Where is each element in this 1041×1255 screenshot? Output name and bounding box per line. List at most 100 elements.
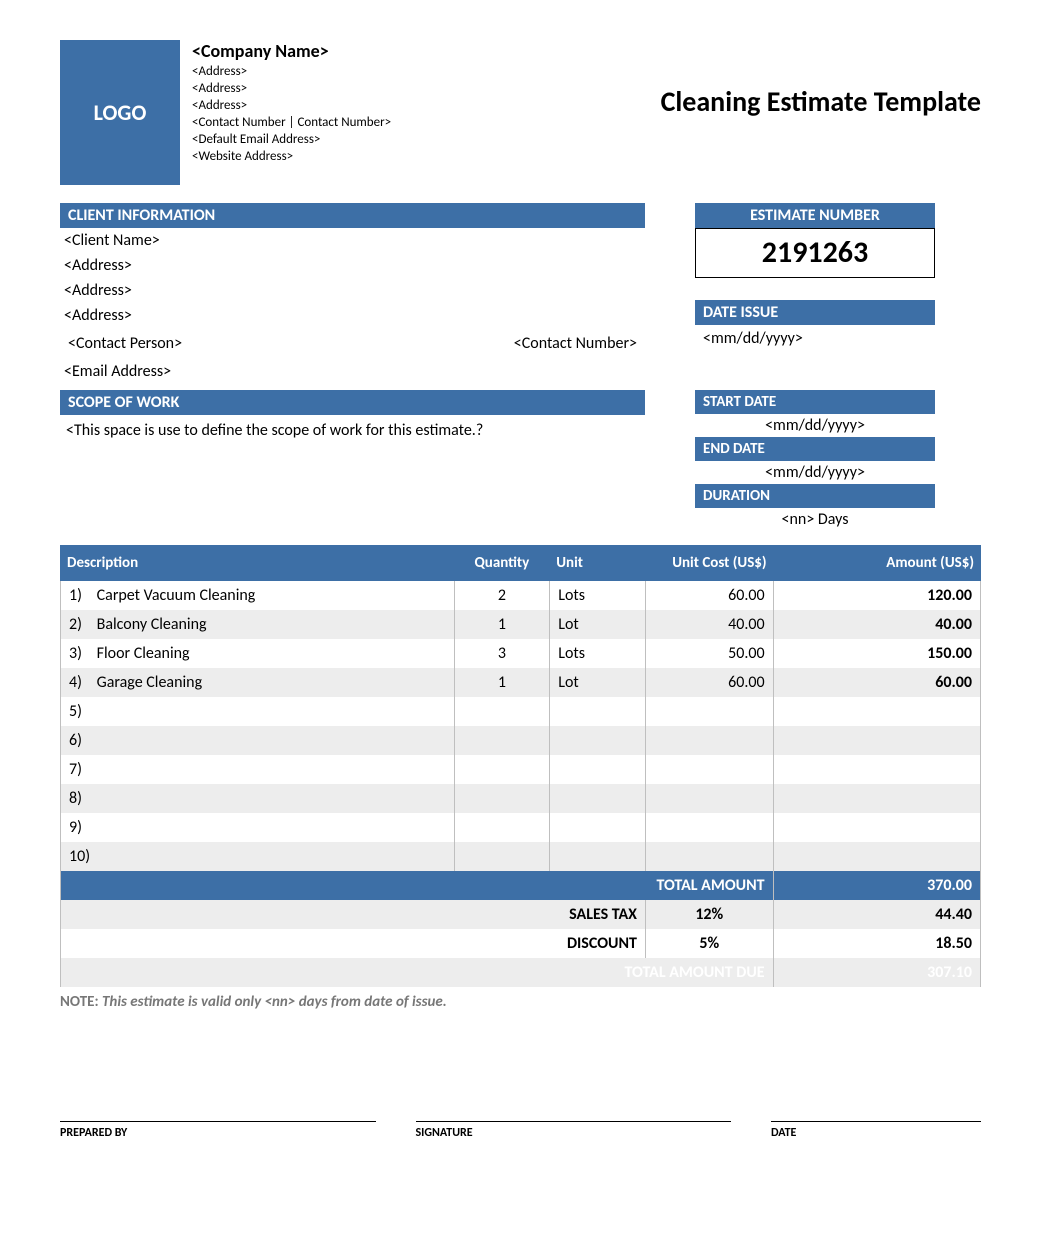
- company-line: <Address>: [192, 64, 391, 79]
- company-line: <Address>: [192, 98, 391, 113]
- note-text: This estimate is valid only <nn> days fr…: [102, 993, 447, 1011]
- total-due-label: TOTAL AMOUNT DUE: [61, 958, 774, 987]
- table-row: 5): [61, 697, 981, 726]
- company-name: <Company Name>: [192, 40, 391, 62]
- company-info: <Company Name> <Address> <Address> <Addr…: [192, 40, 391, 185]
- cell-unit: [550, 697, 646, 726]
- cell-unit-cost: 50.00: [645, 639, 773, 668]
- cell-description: 1) Carpet Vacuum Cleaning: [61, 581, 455, 611]
- estimate-number-heading: ESTIMATE NUMBER: [695, 203, 935, 228]
- start-date-value: <mm/dd/yyyy>: [695, 414, 935, 437]
- th-unit-cost: Unit Cost (US$): [645, 546, 773, 581]
- cell-amount: [773, 842, 980, 871]
- cell-unit: [550, 813, 646, 842]
- client-info-section: CLIENT INFORMATION <Client Name> <Addres…: [60, 203, 645, 384]
- cell-amount: 150.00: [773, 639, 980, 668]
- sales-tax-row: SALES TAX 12% 44.40: [61, 900, 981, 929]
- th-quantity: Quantity: [454, 546, 550, 581]
- cell-unit-cost: [645, 784, 773, 813]
- cell-amount: [773, 755, 980, 784]
- cell-unit-cost: [645, 755, 773, 784]
- cell-description: 8): [61, 784, 455, 813]
- sig-signature-label: SIGNATURE: [416, 1126, 732, 1140]
- duration-heading: DURATION: [695, 484, 935, 508]
- discount-value: 18.50: [773, 929, 980, 958]
- sales-tax-value: 44.40: [773, 900, 980, 929]
- document-title: Cleaning Estimate Template: [661, 84, 981, 119]
- client-info-heading: CLIENT INFORMATION: [60, 203, 645, 228]
- cell-unit-cost: 60.00: [645, 581, 773, 611]
- end-date-value: <mm/dd/yyyy>: [695, 461, 935, 484]
- client-address: <Address>: [60, 278, 645, 303]
- sig-prepared-by-label: PREPARED BY: [60, 1126, 376, 1140]
- company-line: <Default Email Address>: [192, 132, 391, 147]
- client-contact-person: <Contact Person>: [64, 331, 510, 356]
- company-line: <Contact Number | Contact Number>: [192, 115, 391, 130]
- client-contact-number: <Contact Number>: [510, 331, 641, 356]
- scope-body: <This space is use to define the scope o…: [60, 415, 645, 520]
- table-row: 3) Floor Cleaning3Lots50.00150.00: [61, 639, 981, 668]
- cell-amount: 40.00: [773, 610, 980, 639]
- sig-signature: SIGNATURE: [416, 1121, 732, 1140]
- estimate-number-section: ESTIMATE NUMBER 2191263 DATE ISSUE <mm/d…: [695, 203, 935, 384]
- cell-description: 7): [61, 755, 455, 784]
- scope-heading: SCOPE OF WORK: [60, 390, 645, 415]
- sig-date-label: DATE: [771, 1126, 981, 1140]
- sales-tax-pct: 12%: [645, 900, 773, 929]
- cell-quantity: [454, 813, 550, 842]
- th-description: Description: [61, 546, 455, 581]
- date-issue-heading: DATE ISSUE: [695, 300, 935, 325]
- cell-quantity: [454, 842, 550, 871]
- cell-unit: [550, 755, 646, 784]
- cell-amount: [773, 813, 980, 842]
- cell-description: 10): [61, 842, 455, 871]
- table-row: 2) Balcony Cleaning1Lot40.0040.00: [61, 610, 981, 639]
- cell-quantity: 1: [454, 610, 550, 639]
- cell-unit-cost: [645, 697, 773, 726]
- cell-description: 9): [61, 813, 455, 842]
- cell-amount: [773, 697, 980, 726]
- client-name: <Client Name>: [60, 228, 645, 253]
- th-unit: Unit: [550, 546, 646, 581]
- table-row: 8): [61, 784, 981, 813]
- table-row: 1) Carpet Vacuum Cleaning2Lots60.00120.0…: [61, 581, 981, 611]
- cell-unit: [550, 726, 646, 755]
- sig-date: DATE: [771, 1121, 981, 1140]
- cell-unit: [550, 842, 646, 871]
- end-date-heading: END DATE: [695, 437, 935, 461]
- dates-section: START DATE <mm/dd/yyyy> END DATE <mm/dd/…: [695, 390, 935, 531]
- company-line: <Address>: [192, 81, 391, 96]
- total-amount-value: 370.00: [773, 871, 980, 900]
- start-date-heading: START DATE: [695, 390, 935, 414]
- total-due-row: TOTAL AMOUNT DUE 307.10: [61, 958, 981, 987]
- table-row: 6): [61, 726, 981, 755]
- duration-value: <nn> Days: [695, 508, 935, 531]
- document-header: LOGO <Company Name> <Address> <Address> …: [60, 40, 981, 185]
- table-header-row: Description Quantity Unit Unit Cost (US$…: [61, 546, 981, 581]
- cell-unit: Lots: [550, 639, 646, 668]
- cell-amount: [773, 784, 980, 813]
- cell-unit: Lot: [550, 610, 646, 639]
- cell-unit-cost: [645, 842, 773, 871]
- client-address: <Address>: [60, 253, 645, 278]
- cell-unit: Lot: [550, 668, 646, 697]
- logo-placeholder: LOGO: [60, 40, 180, 185]
- scope-section: SCOPE OF WORK <This space is use to defi…: [60, 390, 645, 531]
- cell-description: 4) Garage Cleaning: [61, 668, 455, 697]
- cell-unit-cost: [645, 726, 773, 755]
- cell-description: 3) Floor Cleaning: [61, 639, 455, 668]
- cell-quantity: [454, 726, 550, 755]
- signature-row: PREPARED BY SIGNATURE DATE: [60, 1121, 981, 1140]
- table-row: 10): [61, 842, 981, 871]
- cell-description: 2) Balcony Cleaning: [61, 610, 455, 639]
- cell-unit: Lots: [550, 581, 646, 611]
- cell-quantity: [454, 784, 550, 813]
- cell-unit-cost: [645, 813, 773, 842]
- cell-amount: 120.00: [773, 581, 980, 611]
- table-row: 4) Garage Cleaning1Lot60.0060.00: [61, 668, 981, 697]
- company-line: <Website Address>: [192, 149, 391, 164]
- client-address: <Address>: [60, 303, 645, 328]
- cell-description: 5): [61, 697, 455, 726]
- cell-quantity: [454, 697, 550, 726]
- total-due-value: 307.10: [773, 958, 980, 987]
